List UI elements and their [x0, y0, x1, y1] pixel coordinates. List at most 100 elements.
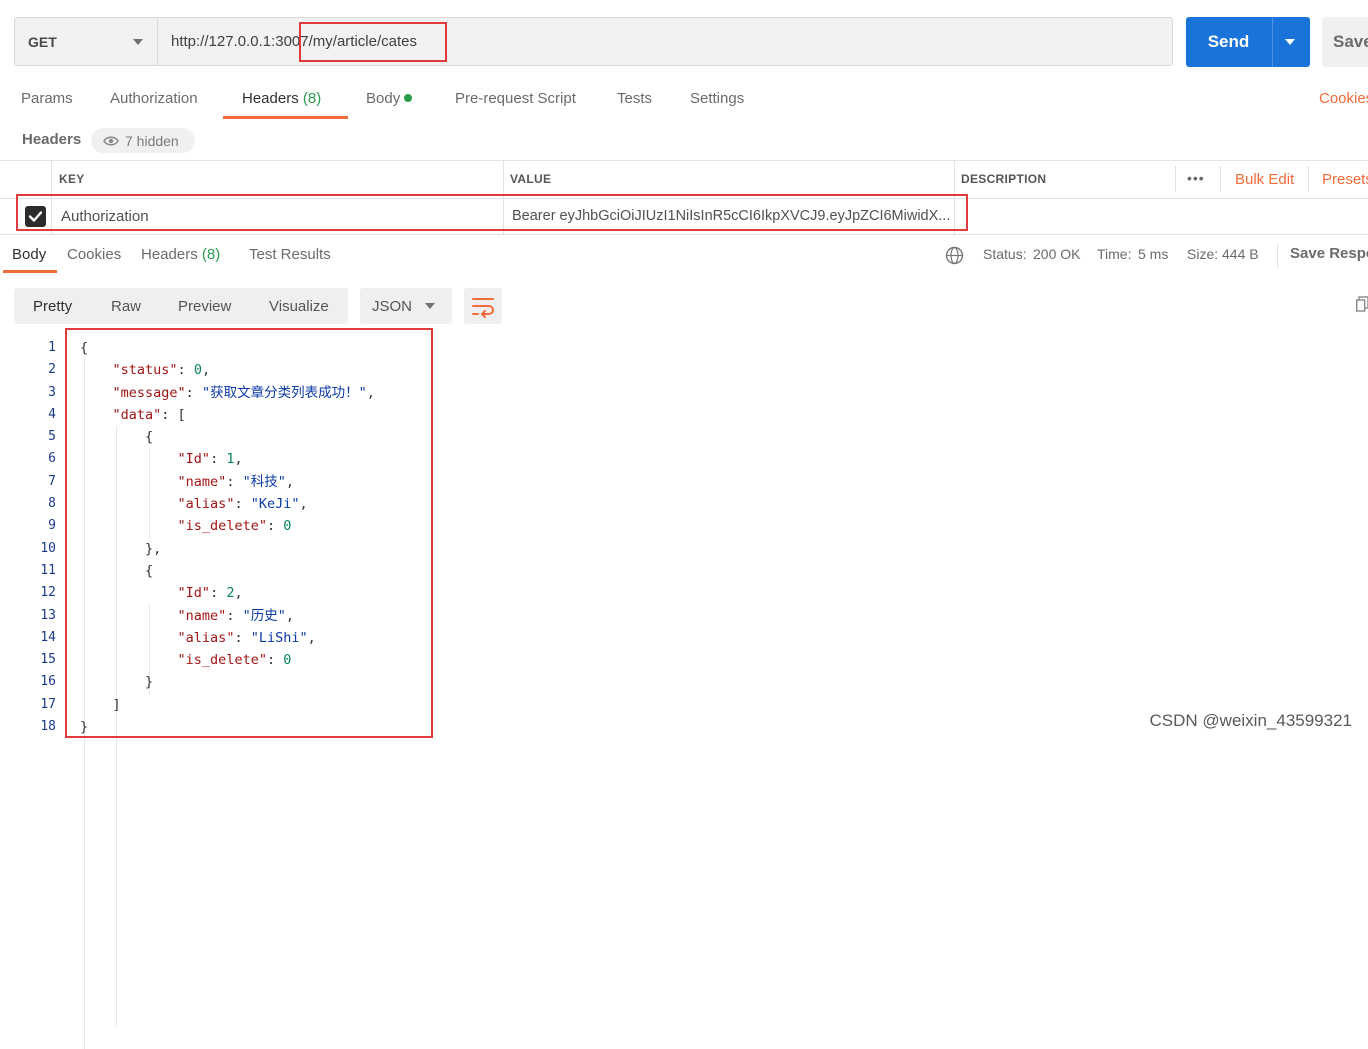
- line-number: 6: [48, 451, 56, 467]
- line-number: 1: [48, 340, 56, 355]
- presets-link[interactable]: Presets: [1322, 171, 1368, 188]
- json-key: "is_delete": [177, 652, 267, 669]
- code-line: 4 "data": [: [0, 404, 700, 426]
- tab-settings-label: Settings: [690, 90, 745, 107]
- header-key-cell[interactable]: Authorization: [61, 208, 491, 225]
- tab-params-label: Params: [21, 90, 73, 107]
- tab-body[interactable]: Body: [366, 90, 413, 112]
- column-header-description: DESCRIPTION: [961, 172, 1047, 186]
- hidden-headers-label: 7 hidden: [125, 132, 179, 149]
- tab-headers[interactable]: Headers (8): [242, 90, 321, 112]
- line-number: 7: [48, 473, 56, 489]
- line-number: 18: [40, 719, 56, 735]
- response-tab-body[interactable]: Body: [12, 246, 46, 263]
- view-raw-button[interactable]: Raw: [111, 288, 141, 324]
- tab-tests-label: Tests: [617, 90, 653, 107]
- json-string: "获取文章分类列表成功！": [201, 384, 367, 401]
- send-divider: [1272, 17, 1273, 67]
- hidden-headers-toggle[interactable]: 7 hidden: [91, 128, 195, 153]
- response-tab-body-label: Body: [12, 246, 47, 263]
- headers-section-title: Headers: [22, 131, 82, 148]
- response-tab-cookies[interactable]: Cookies: [67, 246, 121, 263]
- view-preview-button[interactable]: Preview: [178, 288, 231, 324]
- table-col-divider: [954, 160, 955, 234]
- line-number: 11: [40, 562, 56, 578]
- chevron-down-icon: [425, 303, 435, 309]
- response-body-editor[interactable]: 1{ 2 "status": 0, 3 "message": "获取文章分类列表…: [0, 337, 700, 1049]
- send-dropdown-icon[interactable]: [1285, 39, 1295, 45]
- save-button[interactable]: Save: [1322, 17, 1368, 67]
- json-key: "alias": [177, 629, 235, 646]
- tab-prerequest-label: Pre-request Script: [455, 90, 576, 107]
- json-number: 0: [193, 362, 202, 379]
- code-line: 9 "is_delete": 0: [0, 515, 700, 537]
- table-bottom-border: [0, 234, 1368, 235]
- save-label: Save: [1333, 32, 1368, 51]
- code-line: 14 "alias": "LiShi",: [0, 627, 700, 649]
- view-pretty-button[interactable]: Pretty: [33, 288, 72, 324]
- response-tab-headers-count: (8): [201, 246, 221, 263]
- response-tab-test-results[interactable]: Test Results: [249, 246, 331, 263]
- json-key: "alias": [177, 496, 235, 513]
- tab-headers-label: Headers: [242, 90, 299, 107]
- code-line: 18}: [0, 716, 700, 738]
- size-label: Size:: [1187, 246, 1219, 262]
- send-label: Send: [1207, 32, 1250, 51]
- response-tab-test-results-label: Test Results: [249, 246, 331, 263]
- json-key: "data": [112, 406, 162, 423]
- time-label: Time:: [1097, 246, 1132, 262]
- watermark-text: CSDN @weixin_43599321: [1149, 711, 1352, 730]
- table-col-divider: [51, 160, 52, 234]
- line-number: 10: [40, 540, 56, 556]
- code-line: 17 ]: [0, 694, 700, 716]
- check-icon: [28, 211, 43, 222]
- column-header-value: VALUE: [510, 172, 552, 186]
- header-value-cell[interactable]: Bearer eyJhbGciOiJIUzI1NiIsInR5cCI6IkpXV…: [512, 208, 952, 224]
- size-value: 444 B: [1222, 246, 1259, 262]
- json-string: "KeJi": [250, 496, 300, 513]
- format-select[interactable]: JSON: [360, 288, 452, 324]
- json-key: "message": [112, 384, 186, 401]
- status-label: Status:: [983, 246, 1027, 262]
- format-label: JSON: [372, 297, 413, 315]
- bulk-edit-link[interactable]: Bulk Edit: [1235, 171, 1294, 188]
- method-select[interactable]: GET: [14, 17, 157, 66]
- tab-settings[interactable]: Settings: [690, 90, 744, 112]
- json-number: 0: [283, 518, 292, 535]
- json-number: 0: [283, 652, 292, 669]
- wrap-lines-button[interactable]: [464, 288, 502, 324]
- chevron-down-icon: [133, 39, 143, 45]
- table-col-divider: [1220, 166, 1221, 192]
- copy-icon[interactable]: [1356, 296, 1368, 312]
- body-status-dot-icon: [404, 94, 413, 102]
- code-line: 8 "alias": "KeJi",: [0, 493, 700, 515]
- tab-authorization[interactable]: Authorization: [110, 90, 198, 112]
- globe-icon[interactable]: [945, 246, 964, 265]
- line-number: 2: [48, 362, 56, 378]
- response-tab-headers-label: Headers: [141, 246, 198, 263]
- view-visualize-button[interactable]: Visualize: [269, 288, 329, 324]
- tab-params[interactable]: Params: [21, 90, 73, 112]
- json-key: "status": [112, 362, 178, 379]
- url-input[interactable]: http://127.0.0.1:3007/my/article/cates: [157, 17, 1173, 66]
- eye-icon: [103, 136, 119, 145]
- json-string: "历史": [242, 607, 286, 624]
- tab-tests[interactable]: Tests: [617, 90, 652, 112]
- response-tab-headers[interactable]: Headers (8): [141, 246, 220, 263]
- tab-authorization-label: Authorization: [110, 90, 198, 107]
- more-options-icon[interactable]: •••: [1187, 170, 1205, 186]
- header-enabled-checkbox[interactable]: [25, 206, 46, 227]
- response-active-tab-indicator: [3, 270, 57, 273]
- save-response-button[interactable]: Save Respo: [1290, 245, 1368, 262]
- tab-prerequest-script[interactable]: Pre-request Script: [455, 90, 576, 112]
- column-header-key: KEY: [59, 172, 85, 186]
- url-text: http://127.0.0.1:3007/my/article/cates: [171, 33, 417, 50]
- tab-headers-count: (8): [302, 90, 322, 107]
- table-header-border: [0, 198, 1368, 199]
- send-button[interactable]: Send: [1186, 17, 1310, 67]
- code-line: 5 {: [0, 426, 700, 448]
- cookies-link[interactable]: Cookies: [1319, 90, 1368, 112]
- tab-body-label: Body: [366, 90, 401, 107]
- line-number: 4: [48, 406, 56, 422]
- line-number: 12: [40, 585, 56, 601]
